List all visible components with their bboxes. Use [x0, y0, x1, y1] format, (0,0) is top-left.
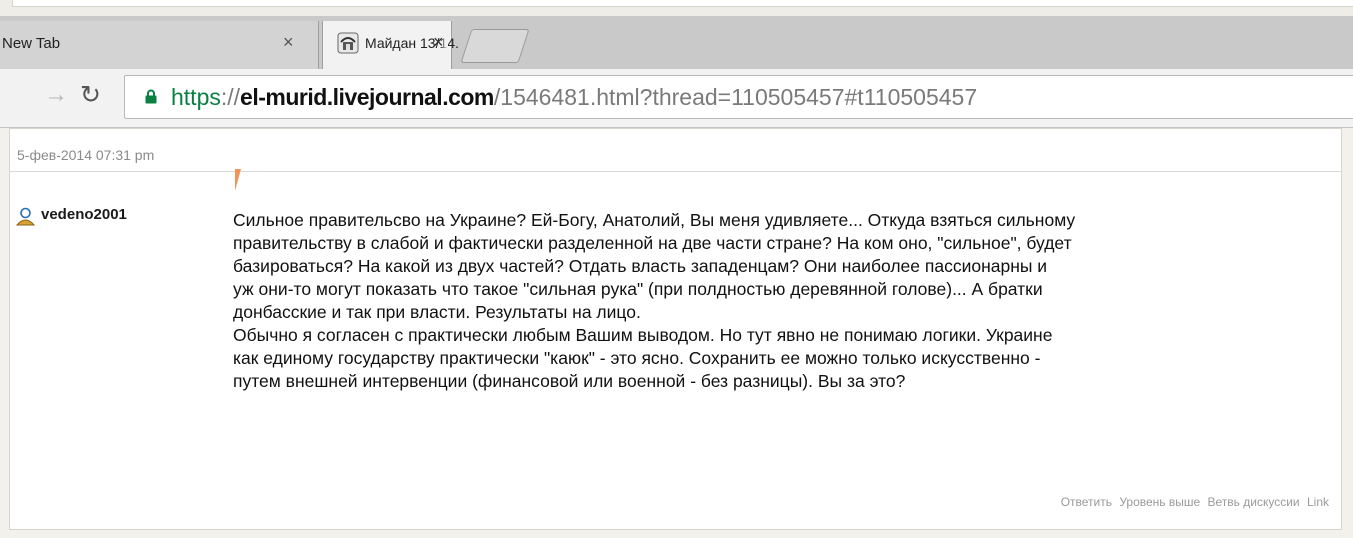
url-scheme: https — [171, 84, 221, 110]
new-tab-button[interactable] — [460, 29, 530, 63]
tab-maidan[interactable]: Майдан 13/14. Газовый ф × — [322, 21, 459, 69]
url-path: /1546481.html?thread=110505457#t11050545… — [493, 84, 978, 110]
previous-panel-edge — [12, 0, 1353, 7]
permalink-link[interactable]: Link — [1307, 495, 1329, 509]
url-host: el-murid.livejournal.com — [240, 84, 494, 110]
reply-link[interactable]: Ответить — [1061, 495, 1112, 509]
parent-link[interactable]: Уровень выше — [1119, 495, 1200, 509]
comment-panel: 5-фев-2014 07:31 pm vedeno2001 Сильное п… — [9, 128, 1342, 530]
url-text: https://el-murid.livejournal.com/1546481… — [171, 84, 977, 111]
navigation-bar: → ↻ https://el-murid.livejournal.com/154… — [0, 69, 1353, 128]
address-bar[interactable]: https://el-murid.livejournal.com/1546481… — [124, 75, 1353, 119]
page-top-strip — [0, 0, 1353, 16]
tab-close-icon[interactable]: × — [283, 32, 294, 53]
livejournal-favicon-icon — [337, 32, 359, 54]
tab-bar: New Tab × Майдан 13/14. Газовый ф × — [0, 16, 1353, 70]
tab-close-icon[interactable]: × — [433, 32, 444, 53]
thread-link[interactable]: Ветвь дискуссии — [1208, 495, 1300, 509]
url-separator: :// — [220, 84, 241, 110]
arrow-forward-icon[interactable]: → — [44, 81, 68, 109]
comment-body: Сильное правительсво на Украине? Ей-Богу… — [233, 210, 1076, 391]
comment-timestamp: 5-фев-2014 07:31 pm — [17, 147, 155, 163]
tab-title: New Tab — [2, 35, 61, 52]
comment-actions: Ответить Уровень выше Ветвь дискуссии Li… — [1057, 495, 1329, 509]
comment-header: 5-фев-2014 07:31 pm — [10, 129, 1341, 172]
comment-username[interactable]: vedeno2001 — [41, 206, 127, 223]
comment-corner-marker — [235, 169, 245, 191]
lock-icon — [145, 89, 157, 104]
reload-icon[interactable]: ↻ — [80, 80, 101, 110]
user-icon[interactable] — [16, 207, 35, 226]
tab-new-tab[interactable]: New Tab × — [0, 21, 319, 69]
